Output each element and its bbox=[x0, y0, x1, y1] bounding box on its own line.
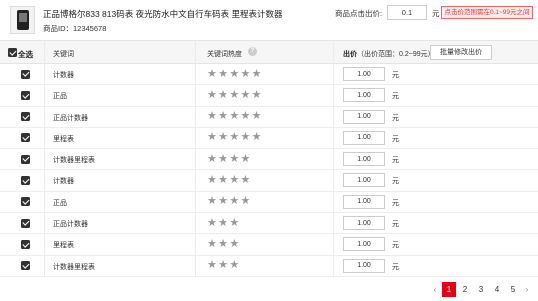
keyword-text: 正品计数器 bbox=[53, 114, 88, 122]
table-row: 正品计数器 ★★★ 元 bbox=[0, 213, 538, 235]
heat-stars: ★★★ bbox=[207, 237, 241, 250]
heat-stars: ★★★★ bbox=[207, 152, 252, 165]
keyword-bid-input[interactable] bbox=[343, 109, 385, 124]
keyword-bid-input[interactable] bbox=[343, 67, 385, 81]
table-row: 正品计数器 ★★★★★ 元 bbox=[0, 107, 538, 128]
page-2[interactable]: 2 bbox=[458, 282, 472, 297]
bid-unit: 元 bbox=[392, 221, 399, 229]
product-title: 正品博格尔833 813码表 夜光防水中文自行车码表 里程表计数器 bbox=[43, 9, 283, 19]
heat-stars: ★★★★★ bbox=[207, 110, 263, 123]
keyword-bid-input[interactable] bbox=[343, 216, 385, 231]
product-id: 商品ID：12345678 bbox=[43, 24, 107, 33]
page-3[interactable]: 3 bbox=[474, 282, 488, 297]
keyword-text: 正品计数器 bbox=[53, 221, 88, 229]
keyword-bid-input[interactable] bbox=[343, 152, 385, 167]
heat-stars: ★★★ bbox=[207, 216, 241, 229]
pagination: ‹ 1 2 3 4 5 › bbox=[430, 281, 534, 297]
help-icon[interactable]: ? bbox=[248, 47, 257, 56]
table-row: 正品 ★★★★★ 元 bbox=[0, 85, 538, 107]
page-1[interactable]: 1 bbox=[442, 281, 456, 297]
page-4[interactable]: 4 bbox=[490, 282, 504, 297]
bid-unit: 元 bbox=[392, 72, 399, 79]
keyword-text: 计数器里程表 bbox=[53, 263, 95, 271]
table-row: 正品 ★★★★ 元 bbox=[0, 192, 538, 214]
table-row: 计数器里程表 ★★★ 元 bbox=[0, 256, 538, 277]
keyword-text: 计数器 bbox=[53, 178, 74, 186]
row-checkbox[interactable] bbox=[21, 239, 30, 249]
table-row: 里程表 ★★★★★ 元 bbox=[0, 128, 538, 150]
select-all-checkbox[interactable] bbox=[8, 48, 17, 57]
table-header: 全选 关键词 关键词热度 ? 出价（出价范围：0.2~99元） 批量修改出价 bbox=[0, 40, 538, 64]
table-row: 里程表 ★★★ 元 bbox=[0, 234, 538, 256]
product-bid-unit: 元 bbox=[432, 9, 440, 18]
product-bid-label: 商品点击出价: bbox=[335, 9, 383, 18]
next-page-icon[interactable]: › bbox=[522, 282, 532, 297]
bid-unit: 元 bbox=[392, 178, 399, 186]
column-heat: 关键词热度 bbox=[207, 51, 242, 58]
keyword-bid-input[interactable] bbox=[343, 88, 385, 103]
keyword-text: 里程表 bbox=[53, 135, 74, 143]
row-checkbox[interactable] bbox=[21, 261, 30, 271]
page-5[interactable]: 5 bbox=[506, 282, 520, 297]
keyword-bid-input[interactable] bbox=[343, 194, 385, 209]
bid-unit: 元 bbox=[392, 242, 399, 250]
heat-stars: ★★★ bbox=[207, 259, 241, 272]
keyword-bid-input[interactable] bbox=[343, 130, 385, 145]
bid-unit: 元 bbox=[392, 157, 399, 165]
heat-stars: ★★★★★ bbox=[207, 131, 263, 144]
product-thumbnail bbox=[10, 6, 35, 34]
bid-unit: 元 bbox=[392, 199, 399, 207]
row-checkbox[interactable] bbox=[21, 197, 30, 207]
keyword-text: 计数器里程表 bbox=[53, 157, 95, 165]
product-header: 正品博格尔833 813码表 夜光防水中文自行车码表 里程表计数器 商品ID：1… bbox=[0, 0, 538, 38]
keyword-text: 正品 bbox=[53, 93, 67, 101]
bid-range-warning: 点击价范围需在0.1~99元之间 bbox=[441, 6, 533, 19]
row-checkbox[interactable] bbox=[21, 218, 30, 228]
table-row: 计数器 ★★★★★ 元 bbox=[0, 64, 538, 86]
row-checkbox[interactable] bbox=[21, 69, 30, 79]
row-checkbox[interactable] bbox=[21, 90, 30, 100]
table-row: 计数器里程表 ★★★★ 元 bbox=[0, 149, 538, 171]
column-bid-range: （出价范围：0.2~99元） bbox=[357, 51, 435, 58]
heat-stars: ★★★★★ bbox=[207, 67, 263, 80]
column-bid-label: 出价 bbox=[343, 51, 357, 58]
bid-unit: 元 bbox=[392, 135, 399, 143]
heat-stars: ★★★★★ bbox=[207, 88, 263, 101]
product-bid-input[interactable] bbox=[387, 5, 427, 20]
column-keyword: 关键词 bbox=[53, 51, 74, 58]
keyword-bid-input[interactable] bbox=[343, 258, 385, 273]
keyword-bid-input[interactable] bbox=[343, 173, 385, 188]
keyword-text: 正品 bbox=[53, 199, 67, 207]
prev-page-icon[interactable]: ‹ bbox=[430, 282, 440, 297]
bid-unit: 元 bbox=[392, 93, 399, 101]
row-checkbox[interactable] bbox=[21, 133, 30, 143]
heat-stars: ★★★★ bbox=[207, 173, 252, 186]
select-all-label: 全选 bbox=[18, 50, 33, 59]
keyword-table-body: 计数器 ★★★★★ 元 正品 ★★★★★ 元 正品计数器 ★★★★★ 元 里程表… bbox=[0, 64, 538, 277]
row-checkbox[interactable] bbox=[21, 154, 30, 164]
row-checkbox[interactable] bbox=[21, 175, 30, 185]
batch-edit-bid-button[interactable]: 批量修改出价 bbox=[430, 45, 492, 60]
row-checkbox[interactable] bbox=[21, 112, 30, 122]
table-row: 计数器 ★★★★ 元 bbox=[0, 170, 538, 192]
bid-unit: 元 bbox=[392, 114, 399, 122]
keyword-text: 里程表 bbox=[53, 242, 74, 250]
column-bid: 出价（出价范围：0.2~99元） bbox=[343, 49, 435, 59]
keyword-bid-input[interactable] bbox=[343, 237, 385, 252]
keyword-text: 计数器 bbox=[53, 72, 74, 79]
bid-unit: 元 bbox=[392, 263, 399, 271]
heat-stars: ★★★★ bbox=[207, 195, 252, 208]
